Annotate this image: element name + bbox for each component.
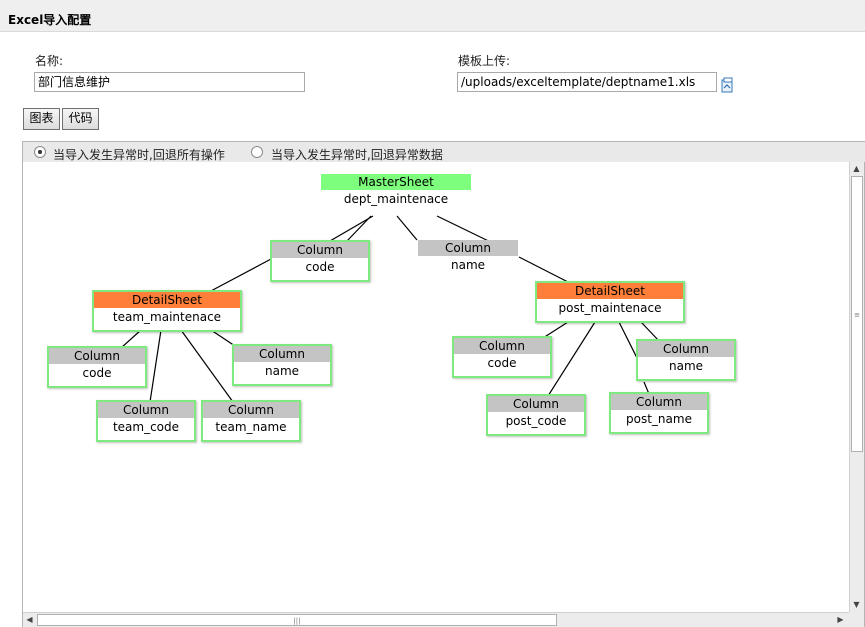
node-name-label: dept_maintenace (343, 192, 449, 206)
node-name-label: team_code (112, 420, 180, 434)
scroll-left-icon[interactable]: ◀ (23, 613, 36, 626)
node-name-label: post_code (505, 414, 567, 428)
template-path-input[interactable]: /uploads/exceltemplate/deptname1.xls (457, 72, 717, 92)
vertical-scrollbar[interactable]: ▲ ≡ ▼ (849, 162, 864, 612)
upload-icon[interactable] (720, 77, 734, 93)
name-label: 名称: (35, 54, 64, 68)
node-name-label: code (305, 260, 335, 274)
node-name-label: post_maintenace (558, 301, 662, 315)
node-type-label: Column (488, 396, 584, 412)
scroll-up-icon[interactable]: ▲ (850, 162, 863, 175)
name-input[interactable]: 部门信息维护 (34, 72, 305, 92)
scroll-right-icon[interactable]: ▶ (834, 613, 847, 626)
rollback-error-radio[interactable] (251, 146, 263, 158)
node-type-label: Column (203, 402, 299, 418)
node-type-label: Column (234, 346, 330, 362)
detail-sheet-node-post[interactable]: DetailSheet post_maintenace (535, 281, 685, 323)
node-type-label: MasterSheet (321, 174, 471, 190)
rollback-all-label: 当导入发生异常时,回退所有操作 (53, 148, 225, 162)
column-node-post-code[interactable]: Column code (452, 336, 552, 378)
column-node-name[interactable]: Column name (418, 240, 518, 276)
node-type-label: DetailSheet (94, 292, 240, 308)
column-node-code[interactable]: Column code (270, 240, 370, 282)
node-name-label: name (668, 359, 704, 373)
rollback-error-label: 当导入发生异常时,回退异常数据 (271, 148, 443, 162)
horizontal-scrollbar[interactable]: ◀ ||| ▶ (23, 612, 849, 627)
page-title: Excel导入配置 (8, 13, 92, 27)
column-node-team-team-name[interactable]: Column team_name (201, 400, 301, 442)
page-title-bar: Excel导入配置 (0, 0, 865, 32)
node-type-label: Column (454, 338, 550, 354)
node-type-label: DetailSheet (537, 283, 683, 299)
tab-chart-button[interactable]: 图表 (23, 108, 60, 130)
tab-code-button[interactable]: 代码 (62, 108, 99, 130)
node-name-label: name (450, 258, 486, 272)
column-node-team-team-code[interactable]: Column team_code (96, 400, 196, 442)
node-name-label: team_name (215, 420, 287, 434)
vertical-scroll-thumb[interactable]: ≡ (851, 176, 863, 452)
node-type-label: Column (98, 402, 194, 418)
master-sheet-node[interactable]: MasterSheet dept_maintenace (321, 174, 471, 210)
column-node-post-post-code[interactable]: Column post_code (486, 394, 586, 436)
diagram-canvas[interactable]: MasterSheet dept_maintenace Column code … (23, 162, 849, 612)
template-upload-label: 模板上传: (458, 54, 511, 68)
node-name-label: code (487, 356, 517, 370)
node-name-label: code (82, 366, 112, 380)
node-type-label: Column (272, 242, 368, 258)
node-name-label: name (264, 364, 300, 378)
detail-sheet-node-team[interactable]: DetailSheet team_maintenace (92, 290, 242, 332)
node-type-label: Column (638, 341, 734, 357)
scroll-down-icon[interactable]: ▼ (850, 598, 863, 611)
column-node-post-name[interactable]: Column name (636, 339, 736, 381)
column-node-post-post-name[interactable]: Column post_name (609, 392, 709, 434)
node-type-label: Column (418, 240, 518, 256)
horizontal-scroll-thumb[interactable]: ||| (37, 614, 557, 626)
node-type-label: Column (49, 348, 145, 364)
node-type-label: Column (611, 394, 707, 410)
scrollbar-corner (849, 612, 864, 627)
rollback-all-radio[interactable] (34, 146, 46, 158)
node-name-label: team_maintenace (112, 310, 222, 324)
column-node-team-code[interactable]: Column code (47, 346, 147, 388)
column-node-team-name[interactable]: Column name (232, 344, 332, 386)
node-name-label: post_name (626, 412, 692, 426)
